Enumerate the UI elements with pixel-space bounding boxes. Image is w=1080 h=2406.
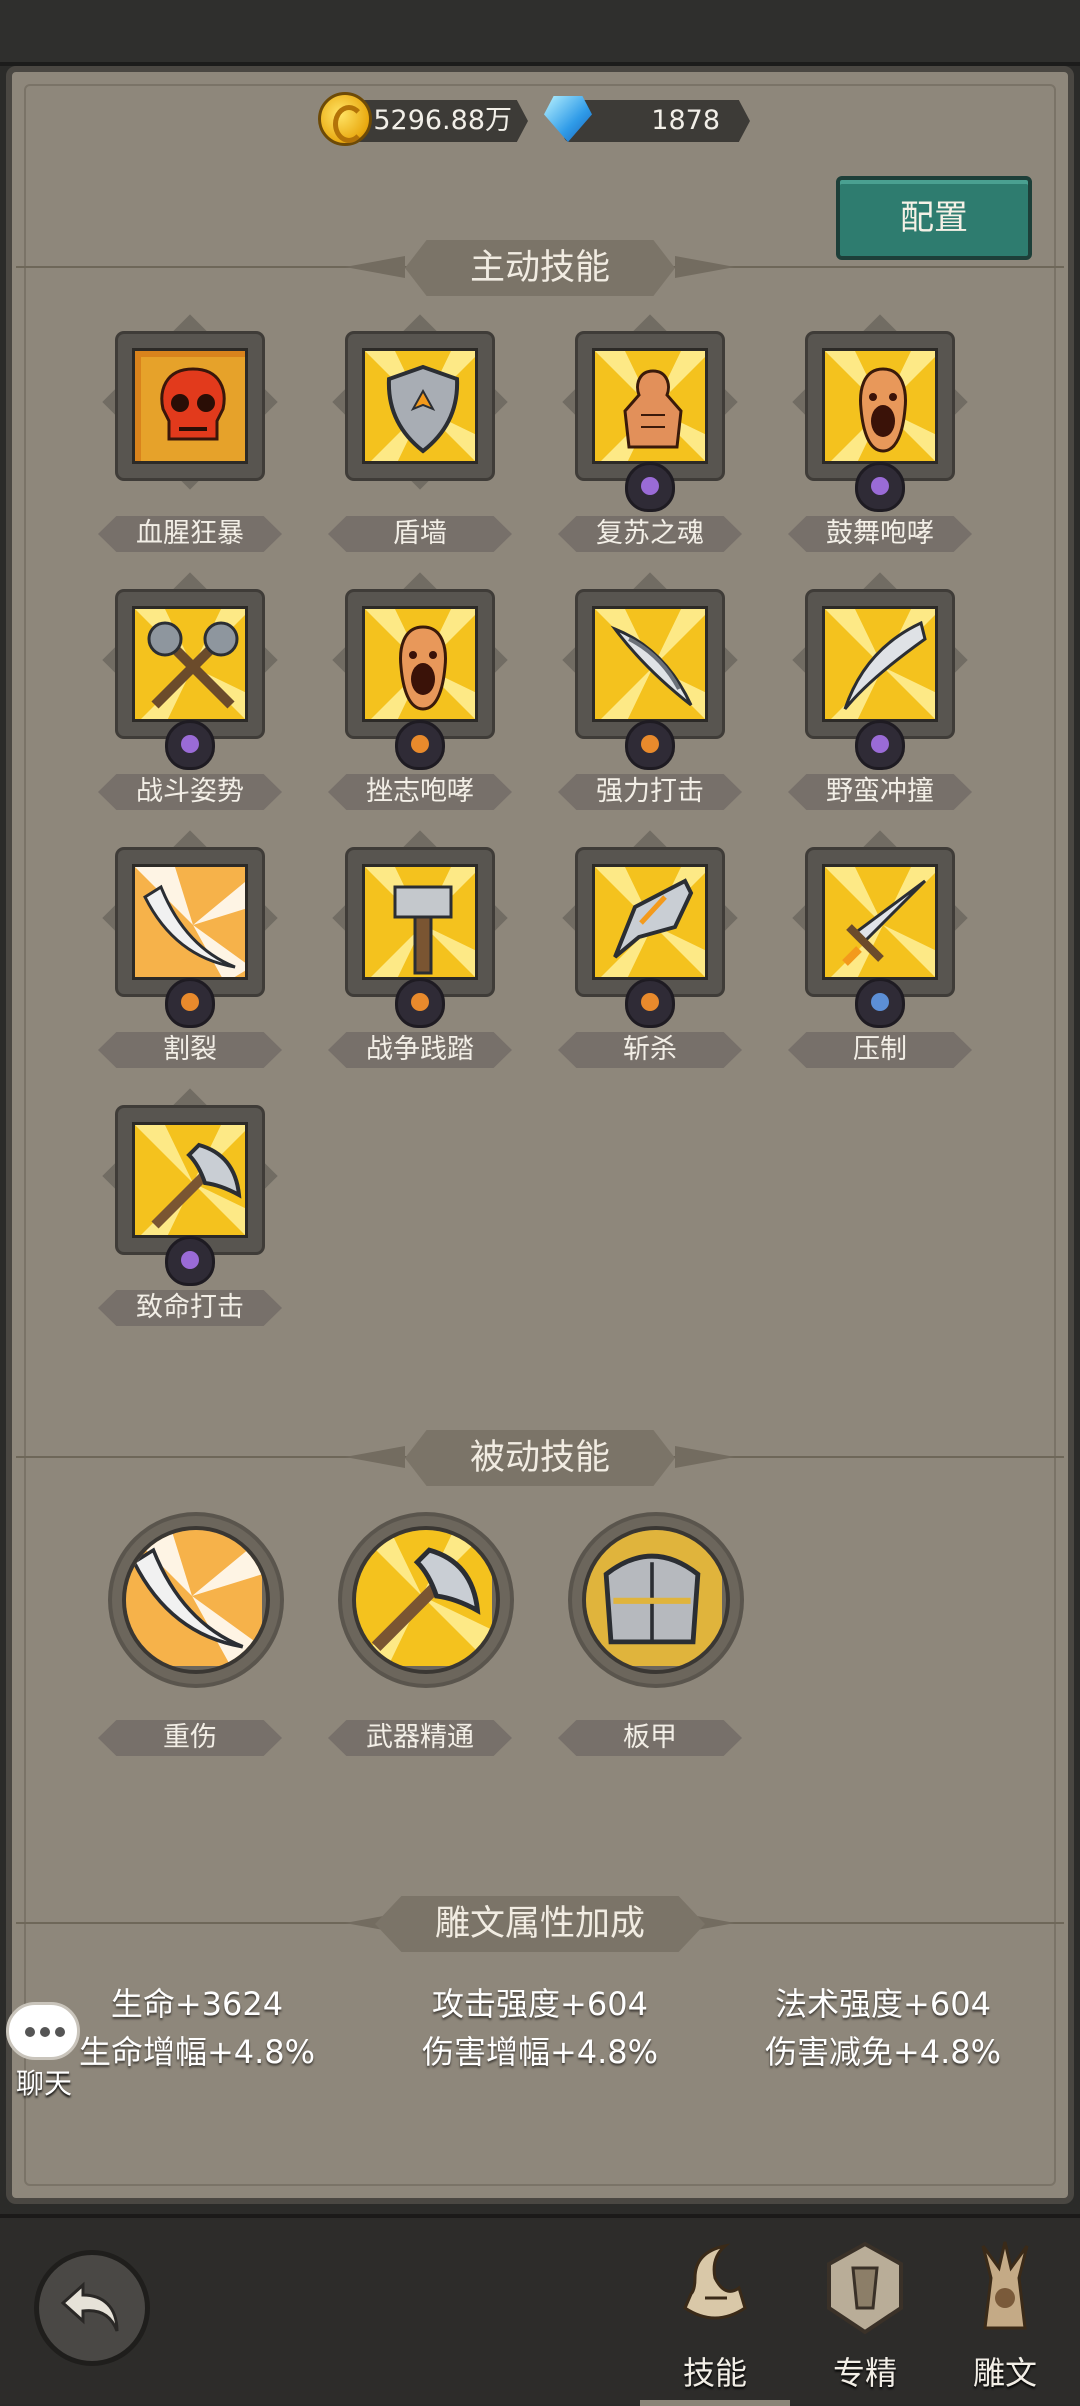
active-skill-name: 压制 bbox=[853, 1034, 907, 1065]
plate-armor-icon bbox=[582, 1526, 730, 1674]
gold-amount: 5296.88万 bbox=[373, 105, 512, 136]
sword-icon bbox=[822, 864, 938, 980]
active-skill-name: 战争践踏 bbox=[366, 1034, 474, 1065]
rune-stats-title: 雕文属性加成 bbox=[434, 1904, 645, 1944]
tab-skills-label: 技能 bbox=[682, 2354, 747, 2392]
skill-rune-badge-icon bbox=[855, 462, 905, 512]
skills-tab-icon bbox=[683, 2243, 747, 2320]
gold-coin-icon bbox=[318, 92, 372, 146]
active-skill-skill-13[interactable]: 致命打击 bbox=[90, 1088, 290, 1326]
chat-label: 聊天 bbox=[15, 2067, 72, 2100]
active-skill-name: 斩杀 bbox=[623, 1034, 677, 1065]
tab-specialization-label: 专精 bbox=[832, 2354, 897, 2392]
slash-icon bbox=[122, 1526, 270, 1674]
stat-damage-reduction: 伤害减免+4.8% bbox=[764, 2033, 1002, 2071]
passive-skills-header: 被动技能 bbox=[0, 1422, 1080, 1492]
active-skill-name: 割裂 bbox=[163, 1034, 217, 1065]
specialization-tab-icon bbox=[827, 2241, 903, 2335]
skill-rune-badge-icon bbox=[625, 462, 675, 512]
crossed-maces-icon bbox=[132, 606, 248, 722]
active-skill-skill-5[interactable]: 战斗姿势 bbox=[90, 572, 290, 810]
active-skill-skill-2[interactable]: 盾墙 bbox=[320, 314, 520, 552]
active-skills-header: 主动技能 bbox=[0, 232, 1080, 302]
tab-skills[interactable]: 技能 bbox=[640, 2238, 790, 2406]
passive-skill-name: 武器精通 bbox=[366, 1722, 474, 1753]
chat-button[interactable]: 聊天 bbox=[4, 2002, 84, 2100]
skill-rune-badge-icon bbox=[395, 720, 445, 770]
tab-specialization[interactable]: 专精 bbox=[790, 2238, 940, 2398]
skill-rune-badge-icon bbox=[165, 1236, 215, 1286]
active-skill-skill-1[interactable]: 血腥狂暴 bbox=[90, 314, 290, 552]
tab-runes-label: 雕文 bbox=[972, 2354, 1037, 2392]
gold-currency: 5296.88万 bbox=[318, 92, 528, 148]
hammer-icon bbox=[362, 864, 478, 980]
active-skills-title: 主动技能 bbox=[469, 248, 610, 288]
axe-icon bbox=[132, 1122, 248, 1238]
skill-rune-badge-icon bbox=[855, 720, 905, 770]
shield-icon bbox=[362, 348, 478, 464]
passive-skill-3[interactable]: 板甲 bbox=[550, 1516, 750, 1766]
passive-skill-2[interactable]: 武器精通 bbox=[320, 1516, 520, 1766]
skill-rune-badge-icon bbox=[855, 978, 905, 1028]
rune-stats-header: 雕文属性加成 bbox=[0, 1888, 1080, 1958]
tab-runes[interactable]: 雕文 bbox=[930, 2238, 1080, 2398]
bottom-nav: 技能 专精 雕文 bbox=[0, 2214, 1080, 2406]
active-skill-skill-4[interactable]: 鼓舞咆哮 bbox=[780, 314, 980, 552]
active-skill-skill-12[interactable]: 压制 bbox=[780, 830, 980, 1068]
diamond-amount: 1878 bbox=[651, 105, 720, 136]
active-skill-name: 鼓舞咆哮 bbox=[826, 518, 934, 549]
active-skill-skill-9[interactable]: 割裂 bbox=[90, 830, 290, 1068]
active-skill-skill-8[interactable]: 野蛮冲撞 bbox=[780, 572, 980, 810]
diamond-currency: 1878 bbox=[540, 92, 750, 148]
active-skill-name: 战斗姿势 bbox=[136, 776, 244, 807]
active-skill-name: 挫志咆哮 bbox=[366, 776, 474, 807]
back-arrow-icon bbox=[60, 2281, 119, 2332]
active-skill-name: 强力打击 bbox=[596, 776, 704, 807]
active-skill-skill-6[interactable]: 挫志咆哮 bbox=[320, 572, 520, 810]
skill-rune-badge-icon bbox=[625, 978, 675, 1028]
active-skill-name: 野蛮冲撞 bbox=[826, 776, 934, 807]
back-button[interactable] bbox=[34, 2250, 150, 2366]
active-skill-skill-7[interactable]: 强力打击 bbox=[550, 572, 750, 810]
skill-rune-badge-icon bbox=[165, 720, 215, 770]
skull-icon bbox=[132, 348, 248, 464]
stat-attack-power: 攻击强度+604 bbox=[432, 1985, 648, 2023]
skill-rune-badge-icon bbox=[625, 720, 675, 770]
blade-strike-icon bbox=[592, 606, 708, 722]
passive-skill-1[interactable]: 重伤 bbox=[90, 1516, 290, 1766]
skill-rune-badge-icon bbox=[395, 978, 445, 1028]
roar-icon bbox=[362, 606, 478, 722]
top-strip bbox=[0, 0, 1080, 66]
charge-icon bbox=[822, 606, 938, 722]
skill-rune-badge-icon bbox=[165, 978, 215, 1028]
slash-icon bbox=[132, 864, 248, 980]
passive-skills-title: 被动技能 bbox=[469, 1438, 610, 1478]
passive-skill-name: 板甲 bbox=[623, 1722, 677, 1753]
roar-icon bbox=[822, 348, 938, 464]
active-skill-skill-3[interactable]: 复苏之魂 bbox=[550, 314, 750, 552]
chat-bubble-icon bbox=[6, 2002, 80, 2060]
active-skill-name: 复苏之魂 bbox=[596, 518, 704, 549]
active-skill-name: 血腥狂暴 bbox=[136, 518, 244, 549]
axe-icon bbox=[352, 1526, 500, 1674]
runes-tab-icon bbox=[981, 2241, 1029, 2330]
stat-damage-amp: 伤害增幅+4.8% bbox=[421, 2033, 659, 2071]
active-skill-name: 致命打击 bbox=[136, 1292, 244, 1323]
execute-icon bbox=[592, 864, 708, 980]
passive-skill-name: 重伤 bbox=[163, 1722, 217, 1753]
revive-icon bbox=[592, 348, 708, 464]
active-skill-skill-11[interactable]: 斩杀 bbox=[550, 830, 750, 1068]
active-skill-name: 盾墙 bbox=[393, 518, 447, 549]
active-skill-skill-10[interactable]: 战争践踏 bbox=[320, 830, 520, 1068]
stat-spell-power: 法术强度+604 bbox=[775, 1985, 991, 2023]
